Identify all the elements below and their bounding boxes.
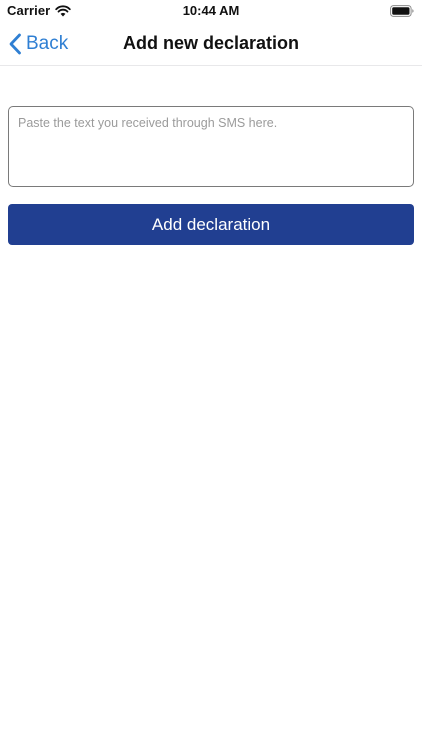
navigation-bar: Back Add new declaration [0,22,422,66]
add-declaration-button[interactable]: Add declaration [8,204,414,245]
status-bar: Carrier 10:44 AM [0,0,422,22]
status-time: 10:44 AM [182,3,240,18]
battery-icon [390,5,414,17]
page-title: Add new declaration [122,33,300,53]
sms-text-input[interactable] [8,106,414,187]
